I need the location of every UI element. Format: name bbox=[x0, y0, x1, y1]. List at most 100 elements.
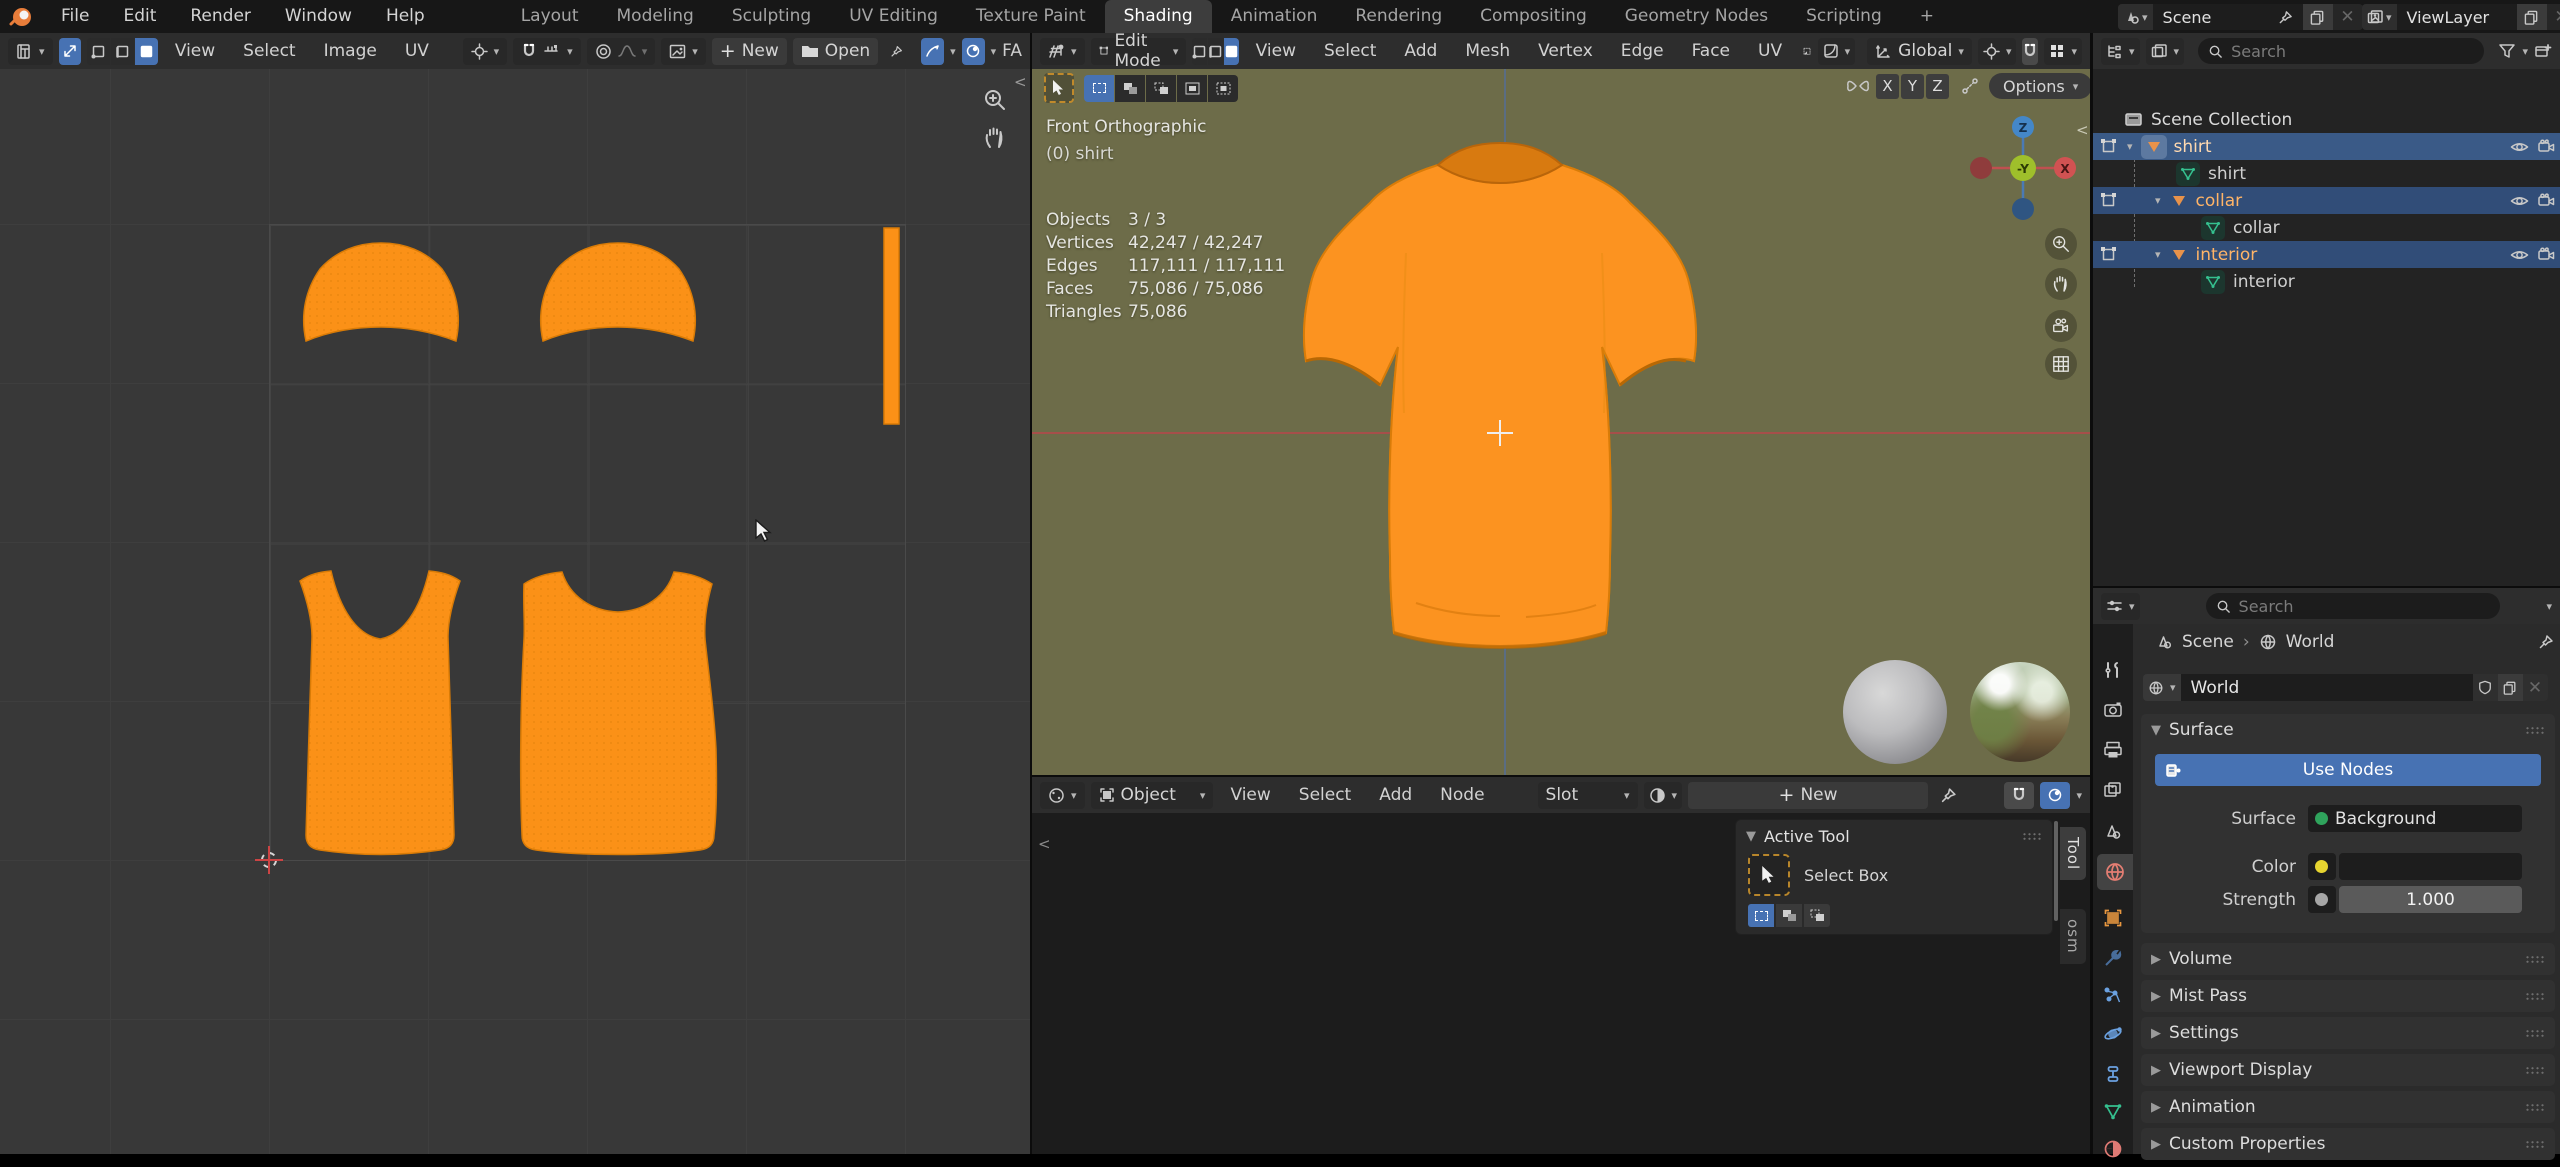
fake-user-shield-button[interactable] bbox=[2473, 674, 2498, 701]
mode-selector[interactable]: Edit Mode ▾ bbox=[1091, 38, 1187, 65]
expand-chevron[interactable]: ▾ bbox=[2127, 140, 2133, 153]
image-open-button[interactable]: Open bbox=[793, 38, 878, 65]
snap-toggle[interactable] bbox=[2004, 782, 2034, 809]
mirror-x-toggle[interactable]: X bbox=[1876, 74, 1899, 99]
tab-constraints[interactable] bbox=[2093, 1056, 2133, 1092]
outliner-row-collar-object[interactable]: ▾ collar bbox=[2093, 187, 2560, 214]
surface-value-field[interactable]: Background bbox=[2308, 805, 2522, 832]
mirror-z-toggle[interactable]: Z bbox=[1926, 74, 1949, 99]
editor-type-button[interactable]: ▾ bbox=[1040, 38, 1085, 65]
mirror-butterfly-icon[interactable] bbox=[1846, 75, 1870, 97]
disable-render-camera-icon[interactable] bbox=[2537, 193, 2555, 208]
uv-menu-select[interactable]: Select bbox=[232, 41, 306, 61]
divider[interactable] bbox=[2093, 586, 2560, 588]
new-scene-button[interactable] bbox=[2303, 4, 2333, 30]
viewport-zoom-button[interactable] bbox=[2045, 228, 2077, 260]
viewport-menu-mesh[interactable]: Mesh bbox=[1454, 41, 1521, 61]
disable-render-camera-icon[interactable] bbox=[2537, 247, 2555, 262]
snap-toggle[interactable] bbox=[2022, 38, 2038, 65]
volume-panel[interactable]: ▶Volume bbox=[2141, 943, 2555, 975]
panel-expand-arrow[interactable]: ▼ bbox=[1746, 829, 1756, 844]
animation-panel[interactable]: ▶Animation bbox=[2141, 1091, 2555, 1123]
copy-datablock-button[interactable] bbox=[2498, 674, 2523, 701]
editor-type-button[interactable]: ▾ bbox=[8, 38, 53, 65]
tab-render[interactable] bbox=[2093, 692, 2133, 728]
workspace-tab-rendering[interactable]: Rendering bbox=[1336, 0, 1461, 33]
collapse-arrow-icon[interactable]: < bbox=[1014, 73, 1027, 91]
uv-select-edge-button[interactable] bbox=[111, 38, 134, 65]
gizmo-neg-x-axis[interactable] bbox=[1970, 157, 1992, 179]
viewport-menu-view[interactable]: View bbox=[1245, 41, 1307, 61]
viewport-menu-vertex[interactable]: Vertex bbox=[1527, 41, 1604, 61]
sidebar-tab-osm[interactable]: osm bbox=[2060, 909, 2086, 964]
select-edge-button[interactable] bbox=[1208, 38, 1223, 65]
delete-scene-button[interactable]: ✕ bbox=[2333, 4, 2363, 30]
hide-eye-icon[interactable] bbox=[2510, 248, 2529, 262]
use-nodes-button[interactable]: Use Nodes bbox=[2155, 754, 2541, 786]
shader-menu-select[interactable]: Select bbox=[1288, 785, 1362, 805]
select-vertex-button[interactable] bbox=[1192, 38, 1207, 65]
options-dropdown[interactable]: Options▾ bbox=[1989, 73, 2090, 99]
chevron-down-icon[interactable]: ▾ bbox=[950, 45, 956, 58]
outliner-search[interactable] bbox=[2198, 38, 2484, 64]
viewport-menu-edge[interactable]: Edge bbox=[1610, 41, 1675, 61]
chevron-down-icon[interactable]: ▾ bbox=[2076, 789, 2082, 802]
divider[interactable] bbox=[2090, 33, 2093, 1154]
uv-sync-selection-toggle[interactable] bbox=[59, 38, 82, 65]
navigation-gizmo[interactable]: Z X -Y bbox=[1968, 113, 2078, 223]
shader-menu-add[interactable]: Add bbox=[1368, 785, 1423, 805]
shader-editor-canvas[interactable]: < ▼ Active Tool Select Box Tool osm bbox=[1032, 813, 2090, 1154]
workspace-tab-scripting[interactable]: Scripting bbox=[1787, 0, 1901, 33]
select-face-button[interactable] bbox=[1224, 38, 1238, 65]
select-mode-intersect-button[interactable] bbox=[1208, 75, 1238, 102]
add-workspace-button[interactable]: + bbox=[1901, 0, 1953, 33]
disable-render-camera-icon[interactable] bbox=[2537, 139, 2555, 154]
tab-scene[interactable] bbox=[2093, 814, 2133, 850]
outliner-row-scene-collection[interactable]: Scene Collection bbox=[2093, 106, 2560, 133]
menu-help[interactable]: Help bbox=[369, 0, 442, 33]
panel-grip[interactable] bbox=[2525, 726, 2545, 735]
divider[interactable] bbox=[1032, 775, 2090, 777]
workspace-tab-texture-paint[interactable]: Texture Paint bbox=[957, 0, 1105, 33]
breadcrumb-scene[interactable]: Scene bbox=[2182, 632, 2234, 652]
workspace-tab-shading[interactable]: Shading bbox=[1105, 0, 1212, 33]
workspace-tab-layout[interactable]: Layout bbox=[502, 0, 598, 33]
select-mode-subtract-button[interactable] bbox=[1146, 75, 1176, 102]
tool-mode-subtract-button[interactable] bbox=[1804, 904, 1830, 927]
tab-view-layer[interactable] bbox=[2093, 772, 2133, 808]
transform-orientation-selector[interactable]: Global ▾ bbox=[1867, 38, 1972, 65]
viewport-grid-button[interactable] bbox=[2045, 348, 2077, 380]
workspace-tab-geometry-nodes[interactable]: Geometry Nodes bbox=[1606, 0, 1787, 33]
chevron-down-icon[interactable]: ▾ bbox=[991, 45, 997, 58]
uv-menu-uv[interactable]: UV bbox=[394, 41, 440, 61]
editor-type-button[interactable]: ▾ bbox=[1040, 782, 1085, 809]
world-browse-button[interactable]: ▾ bbox=[2143, 674, 2181, 701]
hide-eye-icon[interactable] bbox=[2510, 194, 2529, 208]
outliner-row-shirt-object[interactable]: ▾ shirt bbox=[2093, 133, 2560, 160]
mirror-y-toggle[interactable]: Y bbox=[1901, 74, 1924, 99]
editor-type-button[interactable]: ▾ bbox=[2101, 593, 2140, 620]
viewport-display-panel[interactable]: ▶Viewport Display bbox=[2141, 1054, 2555, 1086]
unlink-datablock-button[interactable]: ✕ bbox=[2523, 674, 2548, 701]
tool-mode-extend-button[interactable] bbox=[1776, 904, 1802, 927]
zoom-icon[interactable] bbox=[982, 87, 1008, 113]
pin-icon[interactable] bbox=[1940, 787, 1957, 804]
divider[interactable] bbox=[1030, 33, 1032, 1154]
scene-browse-button[interactable]: ▾ bbox=[2118, 4, 2153, 30]
material-browse-button[interactable]: ▾ bbox=[1644, 782, 1683, 809]
tab-modifiers[interactable] bbox=[2093, 940, 2133, 976]
proportional-editing-button[interactable]: ▾ bbox=[2044, 38, 2082, 65]
new-viewlayer-button[interactable] bbox=[2517, 4, 2547, 30]
color-swatch-field[interactable] bbox=[2339, 853, 2522, 880]
chevron-down-icon[interactable]: ▾ bbox=[2546, 600, 2552, 613]
select-box-tool-button[interactable] bbox=[1748, 854, 1790, 896]
slot-selector[interactable]: Slot▾ bbox=[1538, 782, 1638, 809]
outliner-search-input[interactable] bbox=[2231, 42, 2341, 61]
scrollbar[interactable] bbox=[2054, 821, 2058, 921]
outliner-display-mode-button[interactable]: ▾ bbox=[2101, 38, 2140, 65]
pivot-point-button[interactable]: ▾ bbox=[463, 38, 508, 65]
image-new-button[interactable]: +New bbox=[712, 38, 787, 65]
uv-select-face-button[interactable] bbox=[135, 38, 158, 65]
delete-viewlayer-button[interactable]: ✕ bbox=[2547, 4, 2560, 30]
pivot-point-button[interactable]: ▾ bbox=[1978, 38, 2017, 65]
